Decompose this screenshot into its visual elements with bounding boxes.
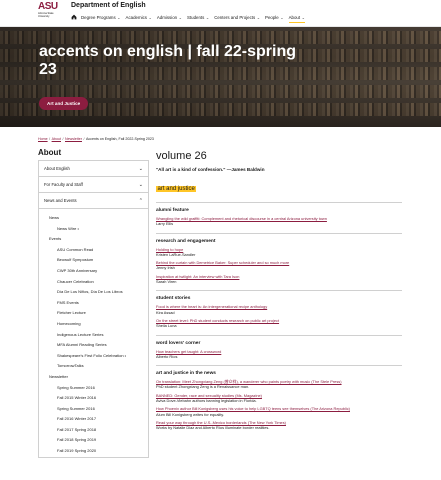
sidebar-item-label: News and Events: [44, 198, 77, 203]
hero-title: accents on english | fall 22-spring 23: [39, 43, 296, 78]
sidebar-subitem[interactable]: TomorrowTalks: [39, 361, 148, 372]
nav-item-centers-and-projects[interactable]: Centers and Projects ⌄: [214, 14, 265, 20]
sidebar-subitem[interactable]: Fletcher Lecture: [39, 308, 148, 319]
section-heading: student stories: [156, 296, 191, 302]
article-byline: Kristen LaRue-Sandler: [156, 251, 196, 257]
section-divider: [156, 290, 402, 292]
sidebar-subitem[interactable]: Indigenous Lecture Series: [39, 330, 148, 341]
sidebar-subitem[interactable]: News: [39, 213, 148, 224]
section-divider: [156, 202, 402, 203]
section-heading: art and justice in the news: [156, 371, 216, 377]
chevron-down-icon: ⌄: [117, 14, 121, 20]
department-title[interactable]: Department of English: [71, 2, 146, 9]
sidebar-subitem[interactable]: Events: [39, 234, 148, 245]
sidebar: About About English ⌄ For Faculty and St…: [38, 148, 149, 458]
sidebar-subitem[interactable]: Spring Summer 2016: [39, 404, 148, 415]
sidebar-subitem[interactable]: MFA Alumni Reading Series: [39, 340, 148, 351]
nav-item-label: Degree Programs: [81, 14, 116, 20]
logo-subtext: Arizona State University: [38, 12, 54, 18]
section-heading: research and engagement: [156, 238, 216, 244]
nav-item-academics[interactable]: Academics ⌄: [126, 14, 157, 20]
section-heading: alumni feature: [156, 208, 189, 213]
nav-item-label: Academics: [125, 14, 147, 20]
logo-text: ASU: [38, 1, 58, 12]
sidebar-subitem[interactable]: Spring Summer 2016: [39, 383, 148, 394]
sidebar-subitem[interactable]: Newsletter: [39, 372, 148, 383]
sidebar-submenu: News News Wire • Events ASU Common Read Beow…: [39, 209, 148, 457]
sidebar-heading: About: [38, 148, 62, 157]
home-icon[interactable]: [71, 14, 77, 20]
article-byline: Works by Natalie Diaz and Alberto Ríos i…: [156, 425, 270, 431]
theme-highlight: art and justice: [156, 186, 197, 192]
sidebar-subitem[interactable]: Día De Los Niños, Día De Los Libros: [39, 287, 148, 298]
chevron-down-icon[interactable]: ⌄: [139, 166, 143, 172]
breadcrumb-current: Accents on English, Fall 2022-Spring 202…: [85, 137, 154, 141]
asu-logo[interactable]: ASU Arizona State University: [38, 2, 62, 24]
epigraph-quote: "All art is a kind of confession." —Jame…: [156, 167, 265, 172]
nav-item-people[interactable]: People ⌄: [265, 14, 289, 20]
sidebar-item-label: About English: [44, 166, 70, 171]
chevron-down-icon: ⌄: [256, 14, 261, 20]
global-header: ASU Arizona State University Department …: [0, 0, 441, 27]
chevron-down-icon: ⌄: [301, 14, 305, 20]
article-byline: Aviva Dove-Viebahn authors banning legis…: [156, 398, 257, 404]
sidebar-menu: About English ⌄ For Faculty and Staff ⌄ …: [38, 160, 149, 458]
nav-item-admission[interactable]: Admission ⌄: [157, 14, 187, 20]
nav-item-degree-programs[interactable]: Degree Programs ⌄: [81, 14, 126, 20]
breadcrumb-about[interactable]: About: [52, 137, 61, 141]
hero-tag-button[interactable]: Art and Justice: [39, 97, 89, 110]
section-divider: [156, 232, 402, 234]
sidebar-subitem[interactable]: News Wire •: [39, 224, 148, 235]
sidebar-subitem[interactable]: CWP 30th Anniversary: [39, 266, 148, 277]
nav-item-label: People: [265, 14, 279, 20]
sidebar-subitem[interactable]: Fall 2016 Winter 2017: [39, 414, 148, 425]
chevron-down-icon: ⌄: [148, 14, 152, 20]
sidebar-subitem[interactable]: ASU Common Read: [39, 245, 148, 256]
section-divider: [156, 365, 402, 367]
volume-heading: volume 26: [156, 150, 207, 162]
chevron-up-icon[interactable]: ⌃: [139, 198, 143, 204]
sidebar-subitem[interactable]: Fall 2018 Spring 2019: [39, 435, 148, 446]
sidebar-subitem[interactable]: Shakespeare's First Folio Celebration •: [39, 351, 148, 362]
breadcrumb-newsletter[interactable]: Newsletter: [65, 137, 82, 141]
sidebar-subitem[interactable]: FMS Events: [39, 298, 148, 309]
sidebar-item-label: For Faculty and Staff: [44, 182, 83, 187]
sidebar-subitem[interactable]: Fall 2015 Winter 2016: [39, 393, 148, 404]
nav-item-label: Students: [186, 14, 205, 20]
article-byline: Kira Assad: [156, 309, 175, 315]
article-byline: Alum Bill Konigsberg writes for equality…: [156, 411, 225, 417]
article-byline: Sheila Luna: [156, 323, 177, 329]
breadcrumb: Home / About / Newsletter / Accents on English…: [38, 137, 154, 141]
newsletter-sections: alumni feature Wrangling the wild graffit…: [156, 202, 402, 431]
nav-item-about[interactable]: About ⌄: [288, 14, 310, 23]
nav-item-students[interactable]: Students ⌄: [187, 14, 214, 20]
main-content: volume 26 "All art is a kind of confessi…: [156, 150, 402, 434]
article-byline: Sarah Viren: [156, 279, 177, 285]
article-byline: Alberto Ríos: [156, 353, 178, 359]
sidebar-item-about-english[interactable]: About English ⌄: [39, 161, 148, 177]
nav-item-label: About: [288, 14, 301, 20]
sidebar-item-news-events[interactable]: News and Events ⌃: [39, 193, 148, 209]
sidebar-subitem[interactable]: Beowulf Symposium: [39, 255, 148, 266]
main-nav: Degree Programs ⌄ Academics ⌄ Admission ⌄ Stud…: [71, 14, 310, 23]
sidebar-subitem[interactable]: Chaucer Celebration: [39, 277, 148, 288]
sidebar-subitem[interactable]: Fall 2019 Spring 2020: [39, 446, 148, 457]
chevron-down-icon: ⌄: [280, 14, 284, 20]
nav-item-label: Centers and Projects: [214, 14, 256, 20]
article-byline: Larry Ellis: [156, 221, 174, 227]
hero-banner: accents on english | fall 22-spring 23 A…: [0, 27, 441, 127]
article-byline: PhD student Zhongxiang Zeng is a Renaiss…: [156, 384, 250, 390]
chevron-down-icon[interactable]: ⌄: [139, 182, 143, 188]
chevron-down-icon: ⌄: [205, 14, 210, 20]
chevron-down-icon: ⌄: [178, 14, 182, 20]
article-byline: Jenny Irish: [156, 265, 175, 271]
sidebar-item-faculty-staff[interactable]: For Faculty and Staff ⌄: [39, 177, 148, 193]
sidebar-subitem[interactable]: Homecoming: [39, 319, 148, 330]
section-divider: [156, 334, 402, 336]
nav-item-label: Admission: [156, 14, 178, 20]
sidebar-subitem[interactable]: Fall 2017 Spring 2018: [39, 425, 148, 436]
section-heading: word lovers' corner: [156, 340, 201, 346]
breadcrumb-home[interactable]: Home: [38, 137, 48, 141]
